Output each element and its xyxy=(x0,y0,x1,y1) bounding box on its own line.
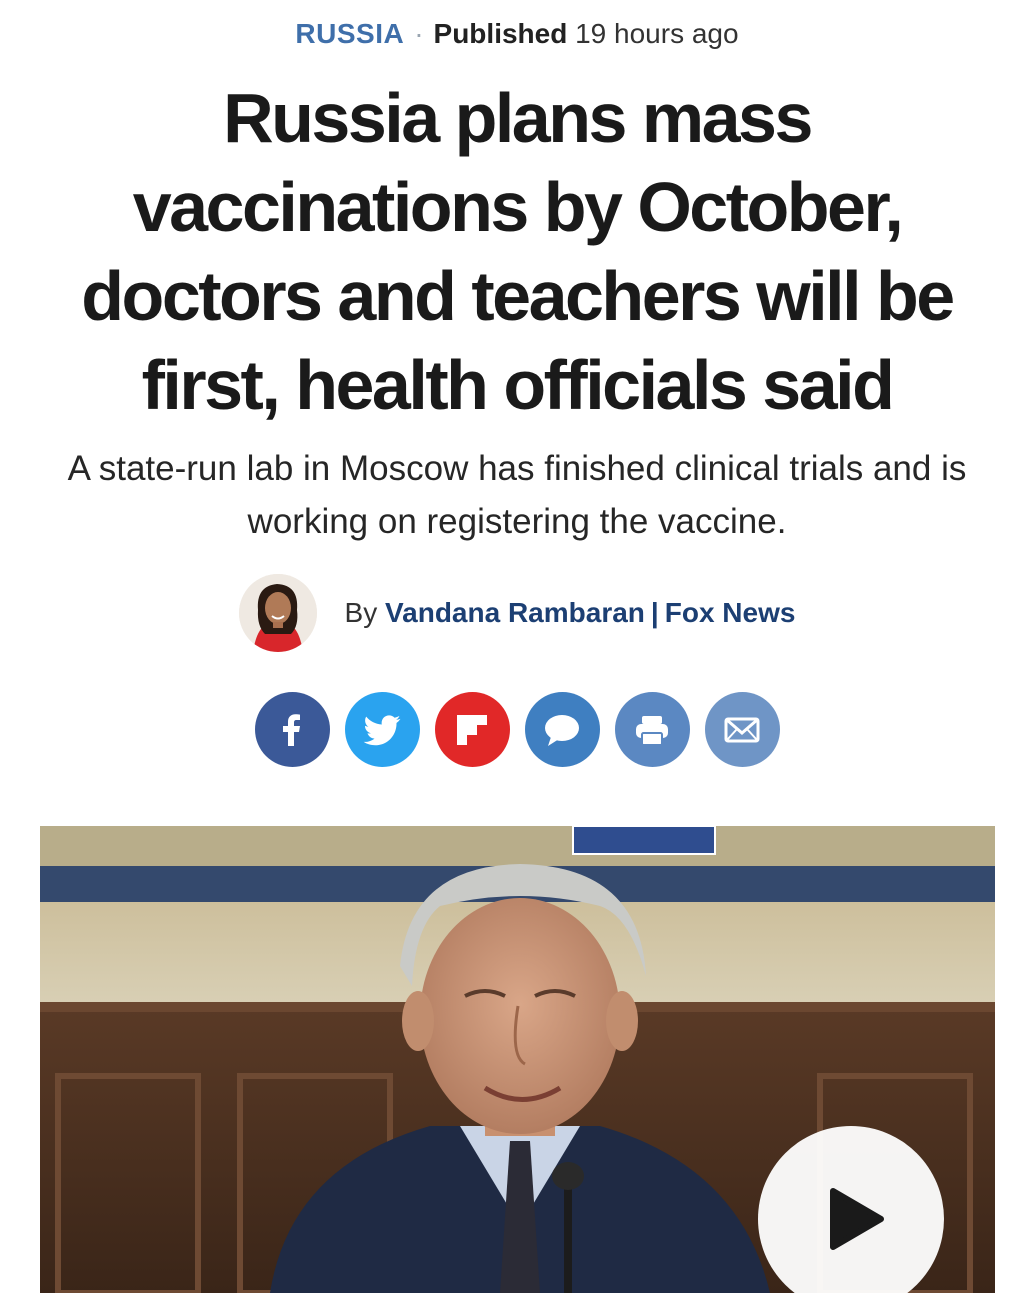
twitter-icon xyxy=(363,714,401,745)
flipboard-share-button[interactable] xyxy=(434,692,510,767)
published-time: 19 hours ago xyxy=(575,18,739,49)
article-meta: RUSSIA · Published 19 hours ago xyxy=(0,14,1034,54)
comment-share-button[interactable] xyxy=(524,692,600,767)
meta-separator: · xyxy=(414,18,424,49)
byline-prefix: By xyxy=(344,597,378,628)
category-link[interactable]: RUSSIA xyxy=(295,18,404,49)
byline: By Vandana Rambaran | Fox News xyxy=(0,572,1034,654)
byline-separator: | xyxy=(650,597,659,628)
headline: Russia plans mass vaccinations by Octobe… xyxy=(81,79,955,424)
print-icon xyxy=(636,715,668,746)
flipboard-icon xyxy=(457,714,487,745)
twitter-share-button[interactable] xyxy=(344,692,420,767)
author-avatar[interactable] xyxy=(238,574,317,652)
video-player[interactable] xyxy=(40,826,995,1293)
author-link[interactable]: Vandana Rambaran xyxy=(385,597,645,628)
print-button[interactable] xyxy=(614,692,690,767)
outlet-link[interactable]: Fox News xyxy=(665,597,796,628)
byline-text: By Vandana Rambaran | Fox News xyxy=(345,597,796,629)
email-icon xyxy=(724,717,760,742)
facebook-share-button[interactable] xyxy=(254,692,330,767)
facebook-icon xyxy=(283,713,300,746)
published-label: Published xyxy=(433,18,568,49)
email-share-button[interactable] xyxy=(704,692,780,767)
share-bar xyxy=(0,692,1034,767)
article-subheadline: A state-run lab in Moscow has finished c… xyxy=(67,449,967,541)
comment-icon xyxy=(545,714,579,746)
play-icon xyxy=(830,1188,884,1250)
